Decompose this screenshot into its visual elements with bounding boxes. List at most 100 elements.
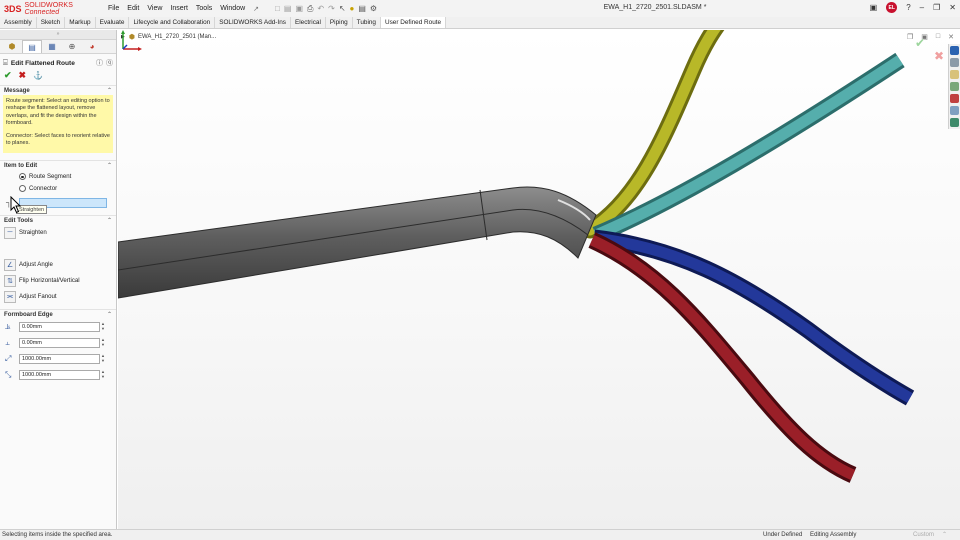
- app-logo[interactable]: 3DS SOLIDWORKS Connected: [0, 2, 100, 16]
- tab-lifecycle-collaboration[interactable]: Lifecycle and Collaboration: [129, 17, 216, 28]
- dimxpert-icon: ⊕: [68, 42, 76, 51]
- help-icon[interactable]: ?: [906, 3, 910, 12]
- connector-option[interactable]: Connector: [0, 183, 116, 195]
- feature-manager-icon: ⬢: [8, 42, 16, 51]
- solidworks-forum-icon[interactable]: [950, 118, 959, 127]
- tab-user-defined-route[interactable]: User Defined Route: [380, 17, 447, 28]
- menu-edit[interactable]: Edit: [123, 5, 143, 12]
- feature-manager-tab[interactable]: ⬢: [2, 40, 22, 53]
- item-to-edit-group-header[interactable]: Item to Edit ⌃: [0, 159, 116, 170]
- menu-view[interactable]: View: [143, 5, 166, 12]
- quick-access-toolbar: □ ▤ ▣ ⎙ ↶ ↷ ↖ ● ▤ ⚙: [275, 4, 377, 14]
- tab-piping[interactable]: Piping: [326, 17, 353, 28]
- route-segment-radio[interactable]: [19, 173, 26, 181]
- viewport-restore-icon[interactable]: ❐: [907, 33, 913, 41]
- message-group-header[interactable]: Message ⌃: [0, 85, 116, 95]
- collapse-chevron-icon[interactable]: ⌃: [107, 87, 112, 94]
- edit-tools-group-header[interactable]: Edit Tools ⌃: [0, 214, 116, 225]
- select-icon[interactable]: ↖: [339, 4, 346, 13]
- rebuild-icon[interactable]: ●: [350, 4, 355, 13]
- edge-width-icon: ⤢: [5, 353, 12, 363]
- straighten-button[interactable]: ─ Straighten: [0, 225, 116, 241]
- graphics-area[interactable]: ▶ ⬢ EWA_H1_2720_2501 (Man... ❐ ▣ □ ✕ ✔ ✖: [118, 30, 960, 529]
- menu-bar: File Edit View Insert Tools Window ↗: [104, 5, 263, 13]
- confirmation-cancel-icon[interactable]: ✖: [934, 49, 944, 63]
- collapse-chevron-icon[interactable]: ⌃: [107, 217, 112, 224]
- property-manager-title: Edit Flattened Route: [10, 59, 75, 67]
- harness-trunk[interactable]: [118, 186, 597, 299]
- coordinate-triad: [121, 30, 142, 51]
- property-manager-header: ⌸ Edit Flattened Route ⓘ ⓠ: [0, 57, 116, 69]
- help-circle-icon[interactable]: ⓘ: [96, 58, 103, 68]
- harness-model[interactable]: [118, 30, 960, 529]
- route-segment-option[interactable]: Route Segment: [0, 171, 116, 183]
- formboard-edge-group-header[interactable]: Formboard Edge ⌃: [0, 308, 116, 319]
- mouse-cursor-icon: [10, 196, 22, 214]
- message-connector: Connector: Select faces to reorient rela…: [6, 133, 110, 147]
- spin-stepper[interactable]: ▲ ▼: [101, 370, 107, 379]
- adjust-fanout-button[interactable]: ⫘ Adjust Fanout: [0, 289, 116, 305]
- property-manager-tab[interactable]: ▤: [22, 40, 42, 53]
- tab-assembly[interactable]: Assembly: [0, 17, 37, 28]
- save-icon[interactable]: ▣: [295, 4, 303, 13]
- open-document-icon[interactable]: ▤: [284, 4, 292, 13]
- display-manager-icon: ◕: [89, 42, 95, 51]
- command-search-icon[interactable]: ▣: [870, 3, 878, 12]
- panel-collapse-handle[interactable]: »: [0, 30, 116, 40]
- formboard-bottom-input[interactable]: 0.00mm: [19, 337, 100, 348]
- adjust-angle-button[interactable]: ∠ Adjust Angle: [0, 257, 116, 273]
- solidworks-resources-icon[interactable]: [950, 46, 959, 55]
- tab-sketch[interactable]: Sketch: [37, 17, 66, 28]
- menu-window[interactable]: Window: [216, 5, 249, 12]
- file-explorer-icon[interactable]: [950, 70, 959, 79]
- user-avatar[interactable]: EL: [886, 2, 898, 13]
- viewport-close-icon[interactable]: ✕: [948, 33, 954, 41]
- appearances-icon[interactable]: [950, 94, 959, 103]
- menu-file[interactable]: File: [104, 5, 123, 12]
- spin-stepper[interactable]: ▲ ▼: [101, 338, 107, 347]
- design-library-icon[interactable]: [950, 58, 959, 67]
- adjust-fanout-icon: ⫘: [4, 290, 16, 303]
- spin-stepper[interactable]: ▲ ▼: [101, 354, 107, 363]
- formboard-width-input[interactable]: 1000.00mm: [19, 353, 100, 364]
- ok-button[interactable]: ✔: [4, 70, 12, 81]
- tab-tubing[interactable]: Tubing: [353, 17, 381, 28]
- restore-icon[interactable]: ❐: [933, 3, 940, 12]
- close-icon[interactable]: ✕: [949, 3, 956, 12]
- tab-solidworks-add-ins[interactable]: SOLIDWORKS Add-Ins: [215, 17, 291, 28]
- unit-dropdown-icon[interactable]: ⌃: [942, 530, 947, 540]
- feature-tree-root[interactable]: EWA_H1_2720_2501 (Man...: [138, 34, 216, 40]
- new-document-icon[interactable]: □: [275, 4, 280, 13]
- file-properties-icon[interactable]: ▤: [358, 4, 366, 13]
- configuration-manager-tab[interactable]: ▦: [42, 40, 62, 53]
- confirmation-ok-icon[interactable]: ✔: [915, 36, 925, 50]
- options-icon[interactable]: ⚙: [370, 4, 377, 13]
- minimize-icon[interactable]: –: [920, 3, 924, 12]
- spin-stepper[interactable]: ▲ ▼: [101, 322, 107, 331]
- keep-visible-pin-icon[interactable]: ⚓: [33, 71, 43, 80]
- formboard-height-input[interactable]: 1000.00mm: [19, 369, 100, 380]
- viewport-maximize-icon[interactable]: □: [936, 33, 940, 41]
- menu-insert[interactable]: Insert: [166, 5, 192, 12]
- menu-tools[interactable]: Tools: [192, 5, 216, 12]
- custom-properties-icon[interactable]: [950, 106, 959, 115]
- print-icon[interactable]: ⎙: [307, 4, 313, 14]
- tab-electrical[interactable]: Electrical: [291, 17, 326, 28]
- connector-radio[interactable]: [19, 185, 26, 193]
- undo-icon[interactable]: ↶: [317, 4, 324, 13]
- formboard-left-input[interactable]: 0.00mm: [19, 321, 100, 332]
- connector-label: Connector: [29, 185, 58, 193]
- display-manager-tab[interactable]: ◕: [82, 40, 102, 53]
- collapse-chevron-icon[interactable]: ⌃: [107, 162, 112, 169]
- redo-icon[interactable]: ↷: [328, 4, 335, 13]
- dimxpert-manager-tab[interactable]: ⊕: [62, 40, 82, 53]
- tab-evaluate[interactable]: Evaluate: [96, 17, 130, 28]
- pin-menu-icon[interactable]: ↗: [249, 5, 263, 13]
- collapse-chevron-icon[interactable]: ⌃: [107, 311, 112, 318]
- flip-button[interactable]: ⇅ Flip Horizontal/Vertical: [0, 273, 116, 289]
- view-palette-icon[interactable]: [950, 82, 959, 91]
- cancel-button[interactable]: ✖: [19, 70, 27, 81]
- unit-system[interactable]: Custom: [913, 530, 934, 540]
- tab-markup[interactable]: Markup: [65, 17, 96, 28]
- help-question-icon[interactable]: ⓠ: [106, 58, 113, 68]
